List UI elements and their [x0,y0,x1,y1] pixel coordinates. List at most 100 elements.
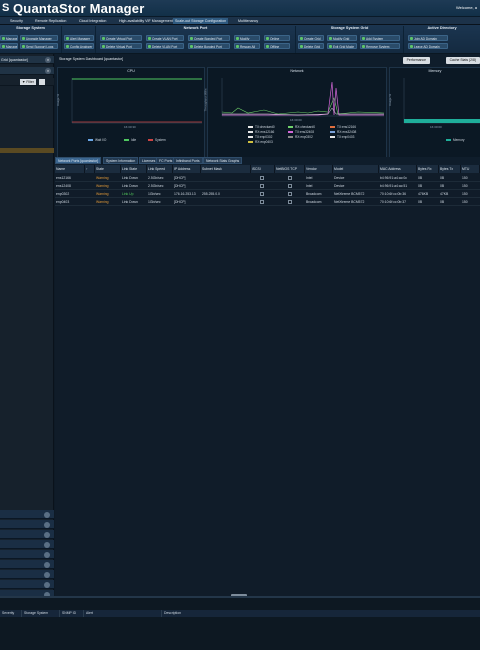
col-state[interactable]: State [95,165,121,173]
left-stack-row[interactable] [0,580,54,589]
col-storage-system[interactable]: Storage System [22,610,60,617]
cell-mtu: 150 [462,192,468,196]
close-icon[interactable] [44,562,50,568]
left-stack-row[interactable] [0,510,54,519]
create-grid-button[interactable]: Create Grid [298,35,324,41]
close-icon[interactable] [44,572,50,578]
col-vendor[interactable]: Vendor [305,165,333,173]
welcome-user[interactable]: Welcome, a [456,5,477,10]
manage-button[interactable]: Manage [0,35,18,41]
table-row[interactable]: enp0302 Warning Link Up 1Gb/sec 176.16.2… [55,190,480,198]
create-vlan-port-button[interactable]: Create VLAN Port [146,35,184,41]
table-row[interactable]: ens12166 Warning Link Down 2.5Gb/sec [DH… [55,174,480,182]
col-alert[interactable]: Alert [84,610,162,617]
join-ad-domain-button[interactable]: Join AD Domain [408,35,448,41]
performance-button[interactable]: Performance [402,57,430,64]
manage2-button[interactable]: Manage [0,43,18,49]
close-icon[interactable]: × [45,57,51,63]
left-stack-row[interactable] [0,520,54,529]
col-sort[interactable]: ↑ [85,165,95,173]
iscsi-checkbox[interactable] [260,192,264,196]
tab-network-stats-graphs[interactable]: Network Stats Graphs [203,157,243,164]
add-system-button[interactable]: Add System [360,35,400,41]
col-bytes-rx[interactable]: Bytes Rx [417,165,439,173]
col-subnet-mask[interactable]: Subnet Mask [201,165,251,173]
table-row[interactable]: ens12408 Warning Link Down 2.5Gb/sec [DH… [55,182,480,190]
create-bonded-port-button[interactable]: Create Bonded Port [188,35,230,41]
delete-virtual-port-button[interactable]: Delete Virtual Port [100,43,142,49]
col-severity[interactable]: Severity [0,610,22,617]
left-stack-row[interactable] [0,550,54,559]
netbios-checkbox[interactable] [288,176,292,180]
rescan-all-button[interactable]: Rescan All [234,43,260,49]
online-button[interactable]: Online [264,35,290,41]
legend-idle: Idle [124,138,136,142]
upgrade-manager-button[interactable]: Upgrade Manager [20,35,58,41]
cell-bytes-rx: 476KB [418,192,429,196]
close-icon[interactable] [44,582,50,588]
col-bytes-tx[interactable]: Bytes Tx [439,165,461,173]
legend-system: System [148,138,166,142]
table-row[interactable]: enp0403 Warning Link Down 1Gb/sec [DHCP]… [55,198,480,206]
close-icon[interactable] [44,532,50,538]
left-stack-row[interactable] [0,560,54,569]
tab-ha-vif[interactable]: High-availability VIF Management [117,18,175,24]
iscsi-checkbox[interactable] [260,176,264,180]
tab-storage-management[interactable] [0,18,8,24]
delete-grid-button[interactable]: Delete Grid [298,43,324,49]
left-stack-row[interactable] [0,570,54,579]
tab-multitenancy[interactable]: Multitenancy [236,18,260,24]
col-link-speed[interactable]: Link Speed [147,165,173,173]
tab-network-ports[interactable]: Network Ports [quantastor] [55,157,102,164]
col-iscsi[interactable]: iSCSI [251,165,275,173]
remove-system-button[interactable]: Remove System [360,43,400,49]
iscsi-checkbox[interactable] [260,200,264,204]
tab-security[interactable]: Security [8,18,25,24]
col-model[interactable]: Model [333,165,379,173]
filter-button[interactable]: ▼ Filter [20,79,36,85]
left-stack-row[interactable] [0,540,54,549]
filter-clear-icon[interactable] [39,79,45,85]
delete-vlan-port-button[interactable]: Delete VLAN Port [146,43,184,49]
close-icon[interactable] [44,522,50,528]
exit-grid-mode-button[interactable]: Exit Grid Mode [327,43,357,49]
col-description[interactable]: Description [162,610,480,617]
alert-manager-button[interactable]: Alert Manager [64,35,94,41]
netbios-checkbox[interactable] [288,200,292,204]
legend-item: RX:ens32408 [330,130,356,134]
close-icon[interactable] [44,552,50,558]
leave-ad-domain-button[interactable]: Leave AD Domain [408,43,448,49]
config-analyzer-button[interactable]: Config Analyzer [64,43,94,49]
col-netbios[interactable]: NetBIOS TCP [275,165,305,173]
col-ip-address[interactable]: IP Address [173,165,201,173]
cell-link-state: Link Down [122,176,138,180]
netbios-checkbox[interactable] [288,184,292,188]
selected-tree-item[interactable] [0,148,54,153]
col-name[interactable]: Name [55,165,85,173]
tab-infiniband-ports[interactable]: Infiniband Ports [173,157,203,164]
left-stack-row[interactable] [0,530,54,539]
send-support-logs-button[interactable]: Send Support Logs [20,43,58,49]
modify-grid-button[interactable]: Modify Grid [327,35,357,41]
cell-name: enp0403 [56,200,70,204]
col-mac[interactable]: MAC Address [379,165,417,173]
tab-remote-replication[interactable]: Remote Replication [33,18,68,24]
create-virtual-port-button[interactable]: Create Virtual Port [100,35,142,41]
col-mtu[interactable]: MTU [461,165,480,173]
main-tabs: Security Remote Replication Cloud Integr… [0,17,480,25]
col-link-state[interactable]: Link State [121,165,147,173]
tab-cloud-integration[interactable]: Cloud Integration [77,18,108,24]
cell-bytes-tx: 0B [440,176,445,180]
tab-system-information[interactable]: System Information [103,157,139,164]
close-icon[interactable] [44,542,50,548]
col-snmp-id[interactable]: SNMP ID [60,610,84,617]
iscsi-checkbox[interactable] [260,184,264,188]
netbios-checkbox[interactable] [288,192,292,196]
close-icon[interactable]: × [45,68,51,74]
close-icon[interactable] [44,512,50,518]
delete-bonded-port-button[interactable]: Delete Bonded Port [188,43,230,49]
tab-scale-out[interactable]: Scale-out Storage Configuration [173,18,229,24]
modify-button[interactable]: Modify [234,35,260,41]
offline-button[interactable]: Offline [264,43,290,49]
cache-stats-button[interactable]: Cache Stats (2/8) [445,57,480,64]
